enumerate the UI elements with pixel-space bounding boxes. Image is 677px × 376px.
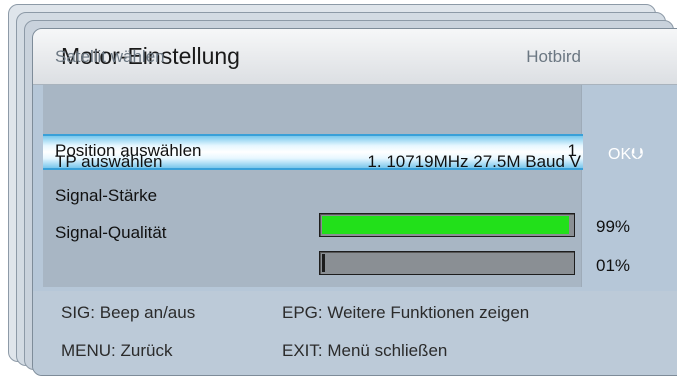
- motor-settings-window: Motor-Einstellung Satellit wählen Hotbir…: [32, 28, 677, 376]
- hint-exit: EXIT: Menü schließen: [282, 341, 448, 360]
- signal-quality-label: Signal-Qualität: [55, 223, 167, 242]
- satellite-value: Hotbird: [526, 47, 581, 66]
- hint-menu: MENU: Zurück: [61, 341, 173, 360]
- signal-quality-row: Signal-Qualität: [55, 219, 581, 247]
- hint-sig: SIG: Beep an/aus: [61, 303, 196, 322]
- tp-label: TP auswählen: [55, 152, 163, 171]
- signal-quality-bar: [319, 251, 575, 275]
- ok-indicator[interactable]: OK⮋: [608, 146, 643, 164]
- tp-value: 1. 10719MHz 27.5M Baud V: [367, 152, 581, 171]
- signal-strength-label: Signal-Stärke: [55, 186, 158, 205]
- hint-epg: EPG: Weitere Funktionen zeigen: [282, 303, 530, 322]
- signal-quality-fill: [322, 254, 325, 272]
- footer-hints: SIG: Beep an/aus EPG: Weitere Funktionen…: [33, 291, 677, 375]
- satellite-label: Satellit wählen: [55, 47, 165, 66]
- down-arrow-icon: ⮋: [631, 146, 644, 163]
- satellite-row[interactable]: Satellit wählen Hotbird: [55, 43, 581, 71]
- signal-quality-percent: 01%: [596, 256, 631, 275]
- ok-label: OK: [608, 146, 632, 163]
- tp-row[interactable]: TP auswählen 1. 10719MHz 27.5M Baud V: [55, 148, 581, 176]
- signal-strength-row: Signal-Stärke: [55, 182, 581, 210]
- signal-strength-percent: 99%: [596, 217, 631, 236]
